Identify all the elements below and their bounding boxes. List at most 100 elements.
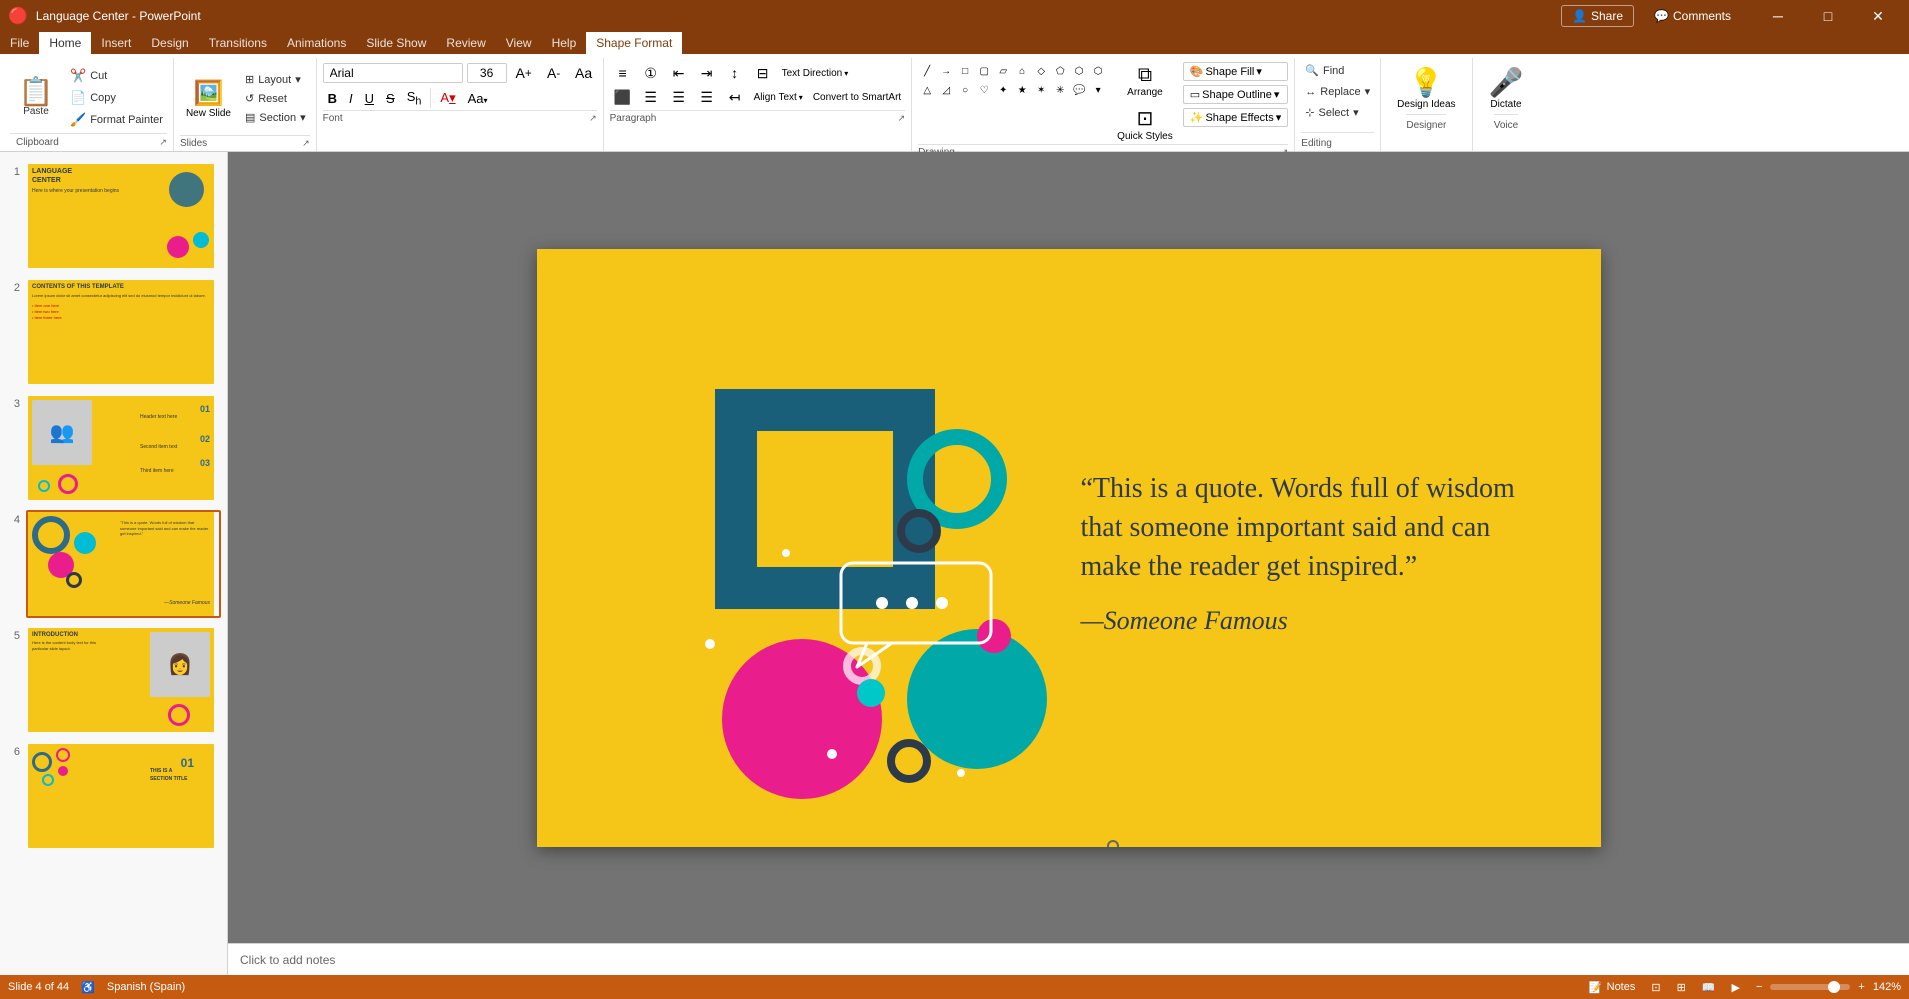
tab-design[interactable]: Design [141,32,198,54]
tab-help[interactable]: Help [542,32,587,54]
shape-parallelogram[interactable]: ▱ [994,62,1012,80]
slide-thumbnail-3[interactable]: 01 Header text here 02 Second item text … [26,394,221,502]
highlight-color-button[interactable]: Aa▾ [463,89,493,108]
shape-star6[interactable]: ✶ [1032,81,1050,99]
tab-animations[interactable]: Animations [277,32,356,54]
tab-transitions[interactable]: Transitions [199,32,277,54]
zoom-out-button[interactable]: − [1752,979,1766,995]
slide-thumbnail-2[interactable]: CONTENTS OF THIS TEMPLATE Lorem ipsum do… [26,278,221,386]
dictate-button[interactable]: 🎤 Dictate [1481,62,1532,114]
align-right-button[interactable]: ☰ [666,86,692,108]
shape-more[interactable]: ▾ [1089,81,1107,99]
tab-home[interactable]: Home [39,32,91,54]
slide-thumbnail-6[interactable]: 01 THIS IS A SECTION TITLE [26,742,221,850]
font-size-input[interactable] [467,63,507,83]
shape-diamond[interactable]: ◇ [1032,62,1050,80]
select-button[interactable]: ⊹ Select ▾ [1301,104,1374,121]
font-dialog-button[interactable]: ↗ [589,113,597,124]
align-left-button[interactable]: ⬛ [610,86,636,108]
section-button[interactable]: ▤ Section ▾ [241,109,310,126]
slide-thumbnail-4[interactable]: "This is a quote. Words full of wisdom t… [26,510,221,618]
tab-file[interactable]: File [0,32,39,54]
shape-star4[interactable]: ✦ [994,81,1012,99]
clipboard-dialog-button[interactable]: ↗ [159,137,167,148]
shape-heptagon[interactable]: ⬡ [1089,62,1107,80]
zoom-slider[interactable] [1770,984,1850,990]
slide-thumbnail-1[interactable]: LANGUAGE CENTER Here is where your prese… [26,162,221,270]
shape-right-triangle[interactable]: ◿ [937,81,955,99]
copy-button[interactable]: 📄 Copy [66,88,167,108]
tab-insert[interactable]: Insert [91,32,141,54]
slides-dialog-button[interactable]: ↗ [302,138,310,149]
increase-font-button[interactable]: A+ [511,62,537,84]
shape-fill-button[interactable]: 🎨 Shape Fill ▾ [1183,62,1289,81]
shape-effects-button[interactable]: ✨ Shape Effects ▾ [1183,108,1289,127]
share-button[interactable]: 👤 Share [1561,5,1634,27]
align-text-button[interactable]: Align Text ▾ [750,91,807,104]
shape-star5[interactable]: ★ [1013,81,1031,99]
bullet-list-button[interactable]: ≡ [610,62,636,84]
justify-button[interactable]: ☰ [694,86,720,108]
slide-show-button[interactable]: ▶ [1728,979,1744,996]
comments-button[interactable]: 💬 Comments [1646,6,1739,26]
italic-button[interactable]: I [344,89,358,108]
slide-canvas-wrapper[interactable]: “This is a quote. Words full of wisdom t… [228,152,1909,943]
tab-slide-show[interactable]: Slide Show [356,32,436,54]
paste-button[interactable]: 📋 Paste [10,62,62,133]
increase-indent-button[interactable]: ⇥ [694,62,720,84]
align-center-button[interactable]: ☰ [638,86,664,108]
strikethrough-button[interactable]: S [381,89,400,108]
shape-triangle[interactable]: △ [918,81,936,99]
arrange-button[interactable]: ⧉ Arrange [1111,62,1179,100]
indent-button[interactable]: ↤ [722,86,748,108]
zoom-in-button[interactable]: + [1854,979,1868,995]
quick-styles-button[interactable]: ⊡ Quick Styles [1111,104,1179,144]
tab-shape-format[interactable]: Shape Format [586,32,682,54]
reading-view-button[interactable]: 📖 [1698,979,1720,996]
decrease-indent-button[interactable]: ⇤ [666,62,692,84]
design-ideas-button[interactable]: 💡 Design Ideas [1389,62,1463,114]
shape-heart[interactable]: ♡ [975,81,993,99]
rotate-handle[interactable] [1107,840,1119,847]
shape-pentagon[interactable]: ⬠ [1051,62,1069,80]
columns-button[interactable]: ⊟ [750,62,776,84]
slide-thumbnail-5[interactable]: INTRODUCTION Here is the content body te… [26,626,221,734]
tab-review[interactable]: Review [436,32,495,54]
shape-oval[interactable]: ○ [956,81,974,99]
shape-hexagon[interactable]: ⬡ [1070,62,1088,80]
close-button[interactable]: ✕ [1855,0,1901,32]
shape-star8[interactable]: ✳ [1051,81,1069,99]
shape-arrow-line[interactable]: → [937,62,955,80]
zoom-thumb[interactable] [1828,981,1840,993]
maximize-button[interactable]: □ [1805,0,1851,32]
numbered-list-button[interactable]: ① [638,62,664,84]
replace-button[interactable]: ↔ Replace ▾ [1301,83,1374,100]
shape-trapezoid[interactable]: ⌂ [1013,62,1031,80]
bold-button[interactable]: B [323,89,342,108]
clear-formatting-button[interactable]: Aa [571,62,597,84]
notes-bar[interactable]: Click to add notes [228,943,1909,975]
new-slide-button[interactable]: 🖼️ New Slide [180,75,237,123]
find-button[interactable]: 🔍 Find [1301,62,1374,79]
text-direction-button[interactable]: Text Direction ▾ [778,67,853,80]
notes-status-button[interactable]: 📝 Notes [1585,979,1639,996]
shape-line[interactable]: ╱ [918,62,936,80]
shape-outline-button[interactable]: ▭ Shape Outline ▾ [1183,85,1289,104]
normal-view-button[interactable]: ⊡ [1647,979,1664,996]
shape-rect[interactable]: □ [956,62,974,80]
minimize-button[interactable]: ─ [1755,0,1801,32]
decrease-font-button[interactable]: A- [541,62,567,84]
shadow-button[interactable]: Sh [402,87,427,110]
font-name-input[interactable] [323,63,463,83]
reset-button[interactable]: ↺ Reset [241,90,310,107]
line-spacing-button[interactable]: ↕ [722,62,748,84]
slide-sorter-button[interactable]: ⊞ [1673,979,1690,996]
cut-button[interactable]: ✂️ Cut [66,66,167,86]
paragraph-dialog-button[interactable]: ↗ [898,113,906,124]
tab-view[interactable]: View [496,32,542,54]
format-painter-button[interactable]: 🖌️ Format Painter [66,110,167,130]
font-color-button[interactable]: A▾ [435,88,460,108]
convert-smartart-button[interactable]: Convert to SmartArt [809,91,905,104]
slide-canvas[interactable]: “This is a quote. Words full of wisdom t… [537,249,1601,847]
shape-rounded-rect[interactable]: ▢ [975,62,993,80]
